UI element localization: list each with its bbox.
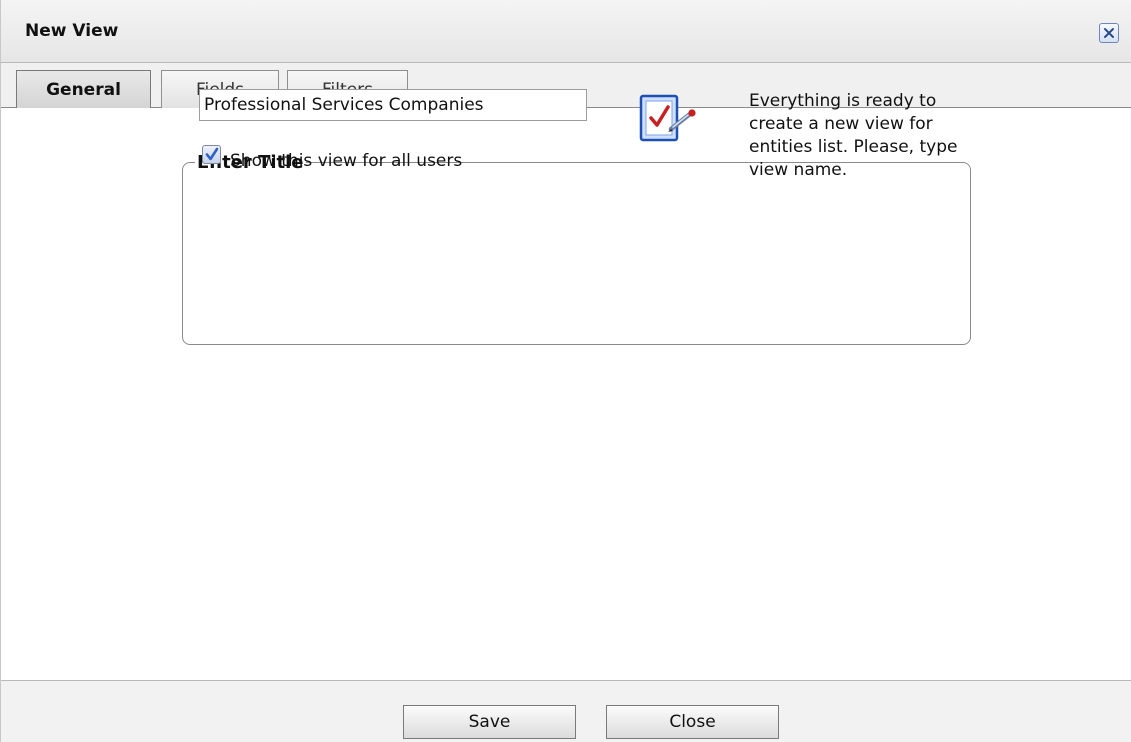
- view-title-input[interactable]: [199, 89, 587, 121]
- tab-general[interactable]: General: [16, 70, 151, 108]
- dialog-titlebar: New View: [1, 0, 1131, 63]
- info-message: Everything is ready to create a new view…: [749, 91, 958, 180]
- show-all-users-label: Show this view for all users: [230, 151, 463, 171]
- general-tab-panel: Enter Title: [1, 108, 1131, 680]
- close-button[interactable]: Close: [606, 705, 779, 739]
- tab-general-label: General: [46, 79, 121, 100]
- dialog-footer: Save Close: [1, 680, 1131, 742]
- save-button[interactable]: Save: [403, 705, 576, 739]
- new-view-dialog: New View General Fields Filters Enter Ti…: [0, 0, 1131, 742]
- checklist-pencil-icon: [638, 89, 700, 153]
- close-icon[interactable]: [1099, 23, 1119, 43]
- show-all-users-checkbox[interactable]: [202, 145, 221, 164]
- dialog-title: New View: [25, 21, 119, 41]
